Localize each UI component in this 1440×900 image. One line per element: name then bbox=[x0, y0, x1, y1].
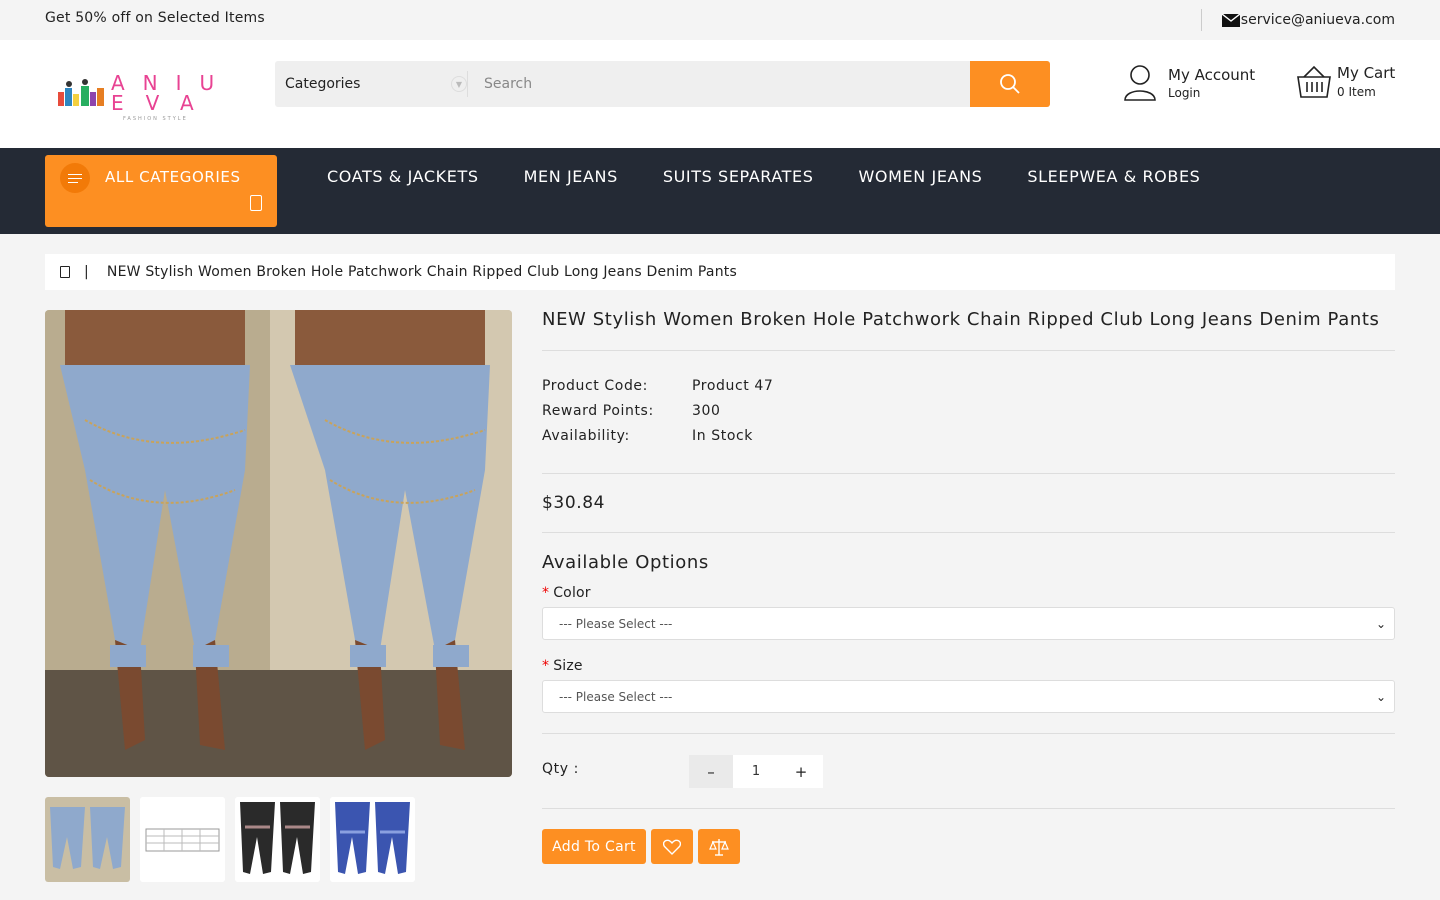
spec-row: Product Code: Product 47 bbox=[542, 374, 1395, 399]
nav-link-men-jeans[interactable]: MEN JEANS bbox=[524, 167, 618, 186]
wishlist-button[interactable] bbox=[651, 829, 693, 864]
search-icon bbox=[1000, 74, 1020, 94]
color-label: * Color bbox=[542, 585, 1395, 601]
spec-label: Availability: bbox=[542, 428, 630, 444]
main-nav: ALL CATEGORIES COATS & JACKETS MEN JEANS… bbox=[0, 148, 1440, 234]
all-categories-label: ALL CATEGORIES bbox=[105, 168, 241, 186]
all-categories-button[interactable]: ALL CATEGORIES bbox=[45, 155, 277, 227]
thumbnail-3[interactable] bbox=[235, 797, 320, 882]
spec-label: Reward Points: bbox=[542, 403, 654, 419]
quantity-row: Qty : – 1 + bbox=[542, 733, 1395, 809]
spec-value: 300 bbox=[692, 403, 721, 419]
heart-icon bbox=[663, 839, 681, 855]
chevron-down-icon: ⌄ bbox=[1375, 689, 1386, 704]
spec-label: Product Code: bbox=[542, 378, 648, 394]
add-to-cart-button[interactable]: Add To Cart bbox=[542, 829, 646, 864]
site-logo[interactable]: ANIU EVA FASHION STYLE bbox=[55, 70, 235, 120]
product-price: $30.84 bbox=[542, 474, 1395, 533]
product-info: NEW Stylish Women Broken Hole Patchwork … bbox=[542, 310, 1395, 864]
nav-link-coats-jackets[interactable]: COATS & JACKETS bbox=[327, 167, 479, 186]
spec-value: Product 47 bbox=[692, 378, 774, 394]
breadcrumb: | NEW Stylish Women Broken Hole Patchwor… bbox=[45, 254, 1395, 290]
user-icon bbox=[1124, 65, 1156, 101]
size-label: * Size bbox=[542, 658, 1395, 674]
account-title[interactable]: My Account bbox=[1168, 66, 1255, 84]
size-label-text: Size bbox=[553, 658, 583, 674]
thumbnail-2[interactable] bbox=[140, 797, 225, 882]
qty-input[interactable]: 1 bbox=[733, 755, 779, 788]
qty-label: Qty : bbox=[542, 761, 579, 777]
dropdown-icon bbox=[250, 195, 262, 211]
product-actions: Add To Cart bbox=[542, 829, 1395, 864]
spec-value: In Stock bbox=[692, 428, 753, 444]
logo-text-bottom: EVA bbox=[111, 91, 216, 115]
email-text[interactable]: service@aniueva.com bbox=[1241, 12, 1395, 28]
thumbnail-1[interactable] bbox=[45, 797, 130, 882]
category-select[interactable]: Categories ▼ bbox=[275, 61, 467, 107]
cart-title[interactable]: My Cart bbox=[1337, 64, 1395, 82]
size-select-value: --- Please Select --- bbox=[559, 689, 673, 704]
site-header: ANIU EVA FASHION STYLE Categories ▼ My A… bbox=[0, 40, 1440, 148]
chevron-down-icon: ▼ bbox=[451, 76, 467, 92]
size-select[interactable]: --- Please Select --- ⌄ bbox=[542, 680, 1395, 713]
my-account[interactable]: My Account Login bbox=[1122, 64, 1255, 102]
breadcrumb-current: NEW Stylish Women Broken Hole Patchwork … bbox=[106, 264, 737, 280]
qty-minus-button[interactable]: – bbox=[689, 755, 733, 788]
spec-row: Availability: In Stock bbox=[542, 424, 1395, 449]
breadcrumb-separator: | bbox=[84, 264, 89, 280]
menu-icon bbox=[60, 163, 90, 193]
compare-icon bbox=[709, 838, 729, 856]
search-bar: Categories ▼ bbox=[275, 61, 1050, 107]
color-select-value: --- Please Select --- bbox=[559, 616, 673, 631]
thumbnail-4[interactable] bbox=[330, 797, 415, 882]
options-title: Available Options bbox=[542, 552, 709, 573]
nav-link-women-jeans[interactable]: WOMEN JEANS bbox=[859, 167, 983, 186]
color-select[interactable]: --- Please Select --- ⌄ bbox=[542, 607, 1395, 640]
contact-email[interactable]: service@aniueva.com bbox=[1200, 9, 1395, 31]
nav-link-suits-separates[interactable]: SUITS SEPARATES bbox=[663, 167, 814, 186]
top-bar: Get 50% off on Selected Items service@an… bbox=[0, 0, 1440, 40]
spec-row: Reward Points: 300 bbox=[542, 399, 1395, 424]
search-button[interactable] bbox=[970, 61, 1050, 107]
color-label-text: Color bbox=[553, 585, 591, 601]
product-main-image[interactable] bbox=[45, 310, 512, 777]
logo-tagline: FASHION STYLE bbox=[123, 116, 188, 120]
category-select-label: Categories bbox=[285, 76, 361, 92]
product-title: NEW Stylish Women Broken Hole Patchwork … bbox=[542, 310, 1395, 351]
cart-count: 0 Item bbox=[1337, 85, 1376, 99]
product-thumbnails bbox=[45, 797, 415, 882]
required-mark: * bbox=[542, 585, 550, 601]
home-icon[interactable] bbox=[60, 266, 70, 278]
quantity-stepper: – 1 + bbox=[689, 755, 823, 788]
promo-text: Get 50% off on Selected Items bbox=[45, 10, 265, 26]
basket-icon bbox=[1297, 65, 1331, 98]
chevron-down-icon: ⌄ bbox=[1375, 616, 1386, 631]
mail-icon bbox=[1221, 13, 1240, 27]
divider bbox=[1200, 9, 1202, 31]
nav-links: COATS & JACKETS MEN JEANS SUITS SEPARATE… bbox=[327, 167, 1200, 186]
product-specs: Product Code: Product 47 Reward Points: … bbox=[542, 351, 1395, 474]
search-input[interactable] bbox=[468, 61, 970, 107]
required-mark: * bbox=[542, 658, 550, 674]
login-link[interactable]: Login bbox=[1168, 86, 1255, 100]
my-cart[interactable]: My Cart 0 Item bbox=[1296, 64, 1395, 99]
compare-button[interactable] bbox=[698, 829, 740, 864]
nav-link-sleepwear-robes[interactable]: SLEEPWEA & ROBES bbox=[1027, 167, 1200, 186]
qty-plus-button[interactable]: + bbox=[779, 755, 823, 788]
